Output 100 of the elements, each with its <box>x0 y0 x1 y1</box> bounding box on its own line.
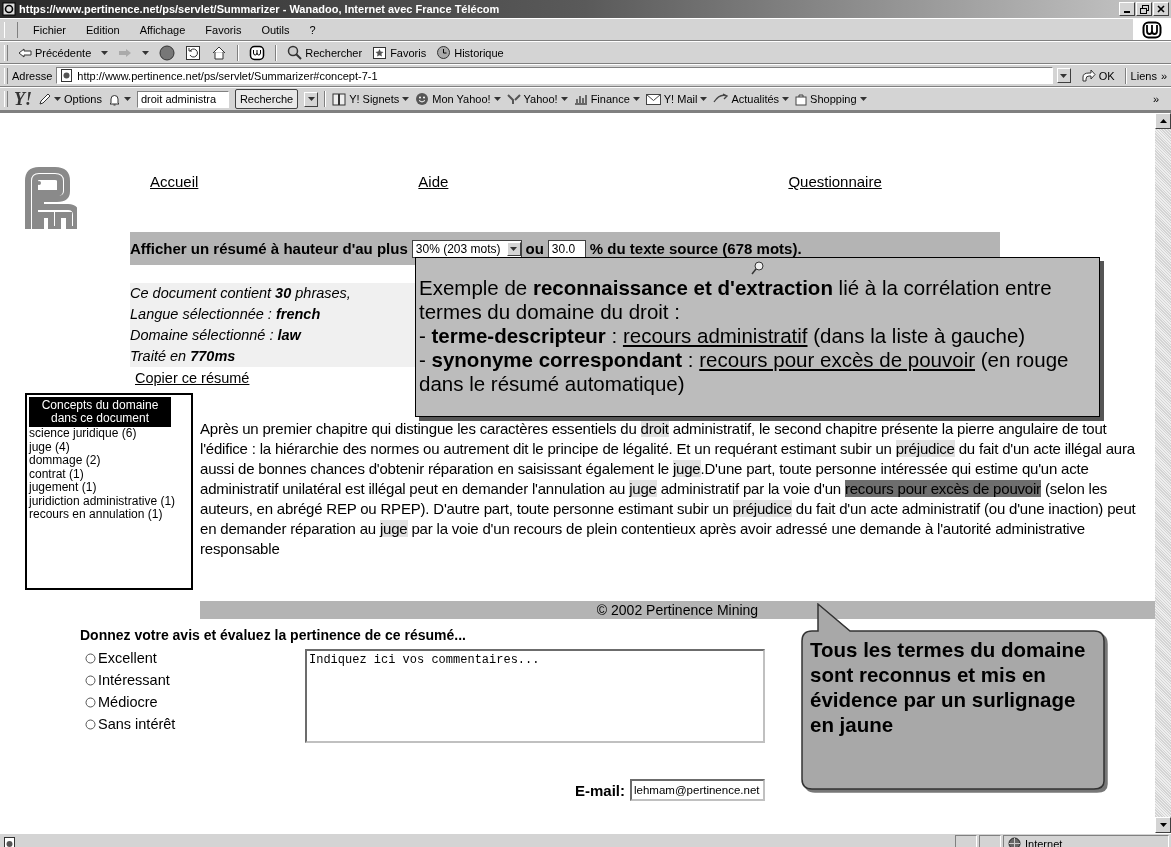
yahoo-logo[interactable]: Y! <box>14 88 32 110</box>
concept-link[interactable]: science juridique <box>29 426 119 440</box>
copyright-footer: © 2002 Pertinence Mining <box>200 601 1155 619</box>
restore-button[interactable] <box>1136 2 1152 16</box>
comment-field[interactable]: Indiquez ici vos commentaires... <box>305 649 765 743</box>
toolbar-link[interactable]: Y! Signets <box>332 92 410 106</box>
caret-icon[interactable] <box>859 97 867 101</box>
document-info: Langue sélectionnée : french <box>130 305 322 324</box>
logo-icon <box>25 167 77 229</box>
concept-link[interactable]: juge <box>29 439 52 454</box>
email-label: E-mail: <box>575 781 625 799</box>
minimize-button[interactable] <box>1119 2 1135 16</box>
radio-button[interactable] <box>85 718 96 730</box>
rating-option[interactable]: Intéressant <box>85 669 305 691</box>
go-button[interactable]: OK <box>1080 69 1115 82</box>
caret-icon[interactable] <box>700 97 708 101</box>
search-field[interactable]: droit administra <box>136 90 229 108</box>
menu-item[interactable]: ? <box>304 23 321 36</box>
caret-icon[interactable] <box>142 50 150 55</box>
radio-button[interactable] <box>85 696 96 708</box>
percent-field[interactable]: 30.0 <box>547 239 586 258</box>
caret-icon[interactable] <box>101 50 109 55</box>
caret-icon[interactable] <box>54 97 61 101</box>
nav-link[interactable]: Aide <box>418 173 449 195</box>
menu-item[interactable]: Fichier <box>28 23 71 36</box>
options-button[interactable]: Options <box>38 92 102 106</box>
caret-icon[interactable] <box>632 97 640 101</box>
toolbar-link[interactable]: Shopping <box>795 92 867 106</box>
scroll-up-icon[interactable] <box>1159 119 1167 123</box>
nav-link[interactable]: Questionnaire <box>788 173 882 195</box>
toolbar-link[interactable]: Mon Yahoo! <box>415 92 501 106</box>
menu-item[interactable]: Edition <box>81 23 125 36</box>
more-button[interactable]: » <box>1160 69 1167 82</box>
rating-option[interactable]: Médiocre <box>85 691 305 713</box>
or-label: ou <box>525 240 544 257</box>
window-title: https://www.pertinence.net/ps/servlet/Summarizer - Wanadoo, Internet avec France Télécom <box>19 3 501 15</box>
envelope-icon <box>645 93 661 105</box>
menu-item[interactable]: Outils <box>256 23 295 36</box>
caret-icon[interactable] <box>510 246 517 251</box>
caret-icon[interactable] <box>493 97 501 101</box>
term-link[interactable]: recours pour excès de pouvoir <box>699 348 975 371</box>
browser-icon <box>2 2 16 16</box>
concept-link[interactable]: contrat <box>29 466 66 481</box>
address-label: Adresse <box>12 69 53 82</box>
length-dropdown[interactable]: 30% (203 mots) <box>411 239 522 258</box>
caret-icon[interactable] <box>782 97 790 101</box>
toolbar-link[interactable]: Yahoo! <box>506 93 568 105</box>
concept-link[interactable]: recours en annulation <box>29 507 145 521</box>
w-logo-icon[interactable] <box>1142 20 1162 39</box>
links-button[interactable]: Liens <box>1130 69 1157 82</box>
concept-count: (1) <box>160 493 176 508</box>
search-button[interactable]: Rechercher <box>287 45 363 60</box>
search-button[interactable]: Recherche <box>234 89 299 109</box>
caret-icon[interactable] <box>123 97 131 101</box>
concept-link[interactable]: dommage <box>29 453 83 467</box>
radio-button[interactable] <box>85 652 96 664</box>
scroll-down-icon[interactable] <box>1159 823 1167 827</box>
rating-option[interactable]: Excellent <box>85 647 305 669</box>
tooltip-text: - synonyme correspondant : recours pour excès de pouvoir (en rouge dans le résumé automatique) <box>419 348 1070 396</box>
back-button[interactable]: Précédente <box>18 46 92 59</box>
history-button[interactable]: Historique <box>436 45 504 60</box>
concept-link[interactable]: jugement <box>29 480 79 494</box>
toolbar-link[interactable]: Finance <box>573 93 640 105</box>
toolbar-grip[interactable] <box>4 44 8 61</box>
toolbar-link[interactable]: Actualités <box>713 93 790 105</box>
nav-link[interactable]: Accueil <box>150 173 199 195</box>
document-info: Traité en 770ms <box>130 347 237 366</box>
term-link[interactable]: recours administratif <box>622 324 808 347</box>
concept-link[interactable]: juridiction administrative <box>29 493 158 508</box>
concept-count: (2) <box>85 453 101 467</box>
w-logo-icon[interactable] <box>249 44 266 61</box>
menu-item[interactable]: Favoris <box>200 23 247 36</box>
menu-item[interactable]: Affichage <box>134 23 191 36</box>
caret-icon[interactable] <box>560 97 568 101</box>
address-field[interactable]: http://www.pertinence.net/ps/servlet/Summarizer#concept-7-1 <box>56 67 1053 84</box>
favorites-button[interactable]: Favoris <box>372 45 427 60</box>
toolbar-grip[interactable] <box>4 67 8 84</box>
rating-option[interactable]: Sans intérêt <box>85 713 305 735</box>
zone-label: Internet <box>1025 837 1063 847</box>
close-button[interactable] <box>1153 2 1169 16</box>
caret-icon[interactable] <box>307 97 315 101</box>
radio-button[interactable] <box>85 674 96 686</box>
toolbar-link[interactable]: Y! Mail <box>645 93 708 105</box>
email-field[interactable]: lehmam@pertinence.net <box>630 779 765 801</box>
copy-summary-link[interactable]: Copier ce résumé <box>135 370 250 386</box>
address-dropdown[interactable] <box>1056 68 1071 83</box>
search-icon <box>287 45 303 60</box>
search-dropdown[interactable] <box>304 91 319 107</box>
toolbar-grip[interactable] <box>4 91 8 107</box>
stop-icon[interactable] <box>159 44 176 61</box>
more-button[interactable]: » <box>1152 93 1159 105</box>
bell-icon[interactable] <box>107 92 121 106</box>
caret-icon[interactable] <box>1060 73 1068 78</box>
caret-icon[interactable] <box>402 97 410 101</box>
refresh-icon[interactable] <box>185 44 202 61</box>
concept-count: (4) <box>55 439 70 454</box>
home-icon[interactable] <box>211 44 228 61</box>
scrollbar[interactable] <box>1155 113 1171 833</box>
toolbar-grip[interactable] <box>4 21 18 38</box>
bag-icon <box>795 92 808 106</box>
